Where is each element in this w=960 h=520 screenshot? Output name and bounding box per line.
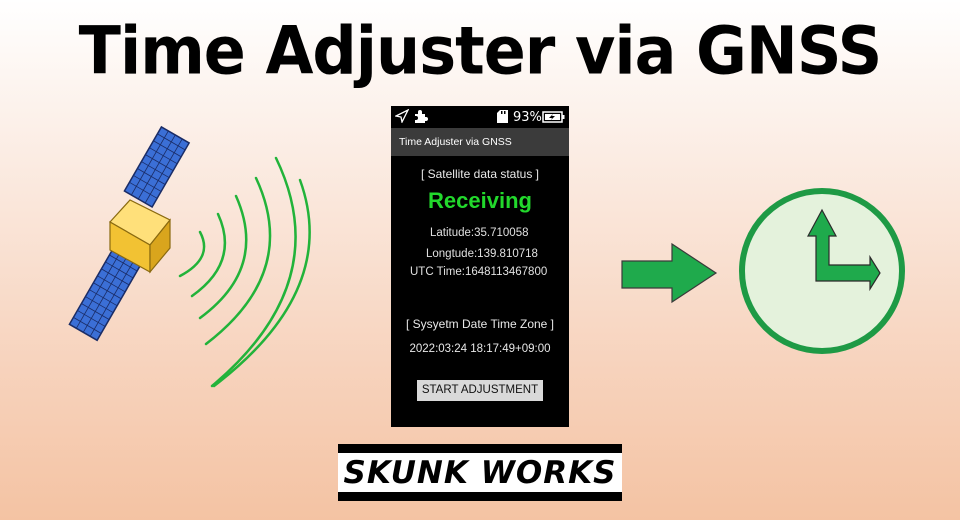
satellite-status-value: Receiving [428, 188, 532, 213]
satellite-icon [68, 125, 191, 342]
utc-time-row: UTC Time:1648113467800 [410, 266, 547, 278]
signal-waves-icon [178, 156, 311, 388]
system-section-title: [ Sysyetm Date Time Zone ] [405, 317, 555, 331]
phone-screen: 93% Time Adjuster via GNSS [ Satellite d… [391, 106, 569, 427]
latitude-row: Latitude:35.710058 [430, 227, 529, 239]
battery-charging-icon [542, 111, 566, 127]
utc-time-label: UTC Time: [410, 266, 465, 278]
logo-top-band [338, 444, 622, 453]
puzzle-extension-icon [413, 109, 429, 128]
clock-icon [739, 188, 905, 354]
latitude-value: 35.710058 [474, 227, 529, 239]
longitude-value: 139.810718 [477, 248, 538, 260]
sd-card-icon [497, 110, 508, 127]
app-title-bar: Time Adjuster via GNSS [391, 128, 569, 156]
latitude-label: Latitude: [430, 227, 475, 239]
longitude-row: Longtude:139.810718 [426, 248, 538, 260]
satellite-section-title: [ Satellite data status ] [420, 167, 540, 181]
status-bar: 93% [391, 106, 569, 128]
logo-text: SKUNK WORKS [343, 455, 617, 491]
start-adjustment-button[interactable]: START ADJUSTMENT [417, 380, 543, 401]
battery-percent: 93% [513, 110, 542, 125]
skunk-works-logo: SKUNK WORKS [338, 444, 622, 501]
logo-bottom-band [338, 492, 622, 501]
longitude-label: Longtude: [426, 248, 478, 260]
navigation-arrow-icon [394, 108, 410, 127]
system-datetime-value: 2022:03:24 18:17:49+09:00 [409, 343, 551, 355]
utc-time-value: 1648113467800 [464, 266, 548, 278]
right-arrow-icon [621, 242, 718, 304]
